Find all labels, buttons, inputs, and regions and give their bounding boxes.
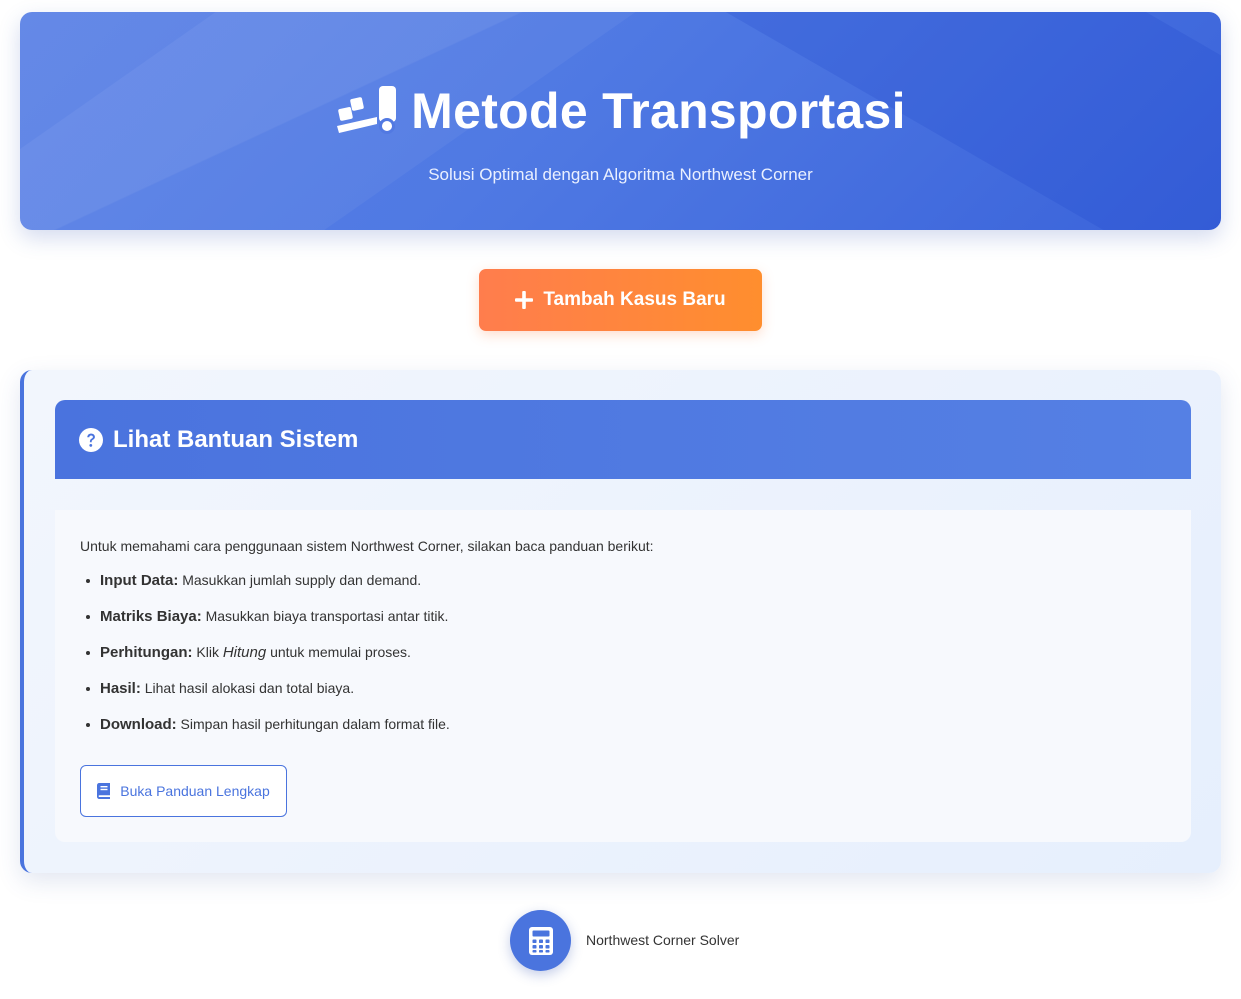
help-step-emphasis: Hitung — [222, 644, 267, 661]
footer-app-name: Northwest Corner Solver — [586, 932, 740, 948]
help-intro-text: Untuk memahami cara penggunaan sistem No… — [80, 538, 654, 554]
plus-icon — [515, 291, 534, 309]
help-step-label: Perhitungan: — [100, 644, 193, 661]
list-item: Matriks Biaya: Masukkan biaya transporta… — [80, 604, 1191, 640]
help-step-label: Matriks Biaya: — [100, 608, 202, 625]
help-step-text: Masukkan jumlah supply dan demand. — [182, 572, 422, 588]
list-item: Perhitungan: Klik Hitung untuk memulai p… — [80, 640, 1191, 676]
help-step-label: Hasil: — [100, 680, 141, 697]
help-panel-body: Untuk memahami cara penggunaan sistem No… — [55, 510, 1191, 842]
list-item: Hasil: Lihat hasil alokasi dan total bia… — [80, 676, 1191, 712]
add-case-button[interactable]: Tambah Kasus Baru — [479, 269, 762, 331]
truck-loading-icon — [337, 86, 397, 134]
help-step-text: Masukkan biaya transportasi antar titik. — [205, 608, 449, 624]
page-header: Metode Transportasi Solusi Optimal denga… — [20, 12, 1221, 230]
book-icon — [97, 783, 111, 799]
help-step-text: Lihat hasil alokasi dan total biaya. — [144, 680, 355, 696]
help-panel-title: Lihat Bantuan Sistem — [113, 425, 359, 453]
help-step-text: untuk memulai proses. — [270, 644, 411, 660]
help-panel-header[interactable]: Lihat Bantuan Sistem — [55, 400, 1191, 479]
page-subtitle: Solusi Optimal dengan Algoritma Northwes… — [428, 165, 813, 184]
list-item: Download: Simpan hasil perhitungan dalam… — [80, 712, 1191, 748]
open-full-guide-button[interactable]: Buka Panduan Lengkap — [80, 765, 287, 817]
list-item: Input Data: Masukkan jumlah supply dan d… — [80, 568, 1191, 604]
add-case-label: Tambah Kasus Baru — [543, 289, 726, 310]
calculator-icon — [528, 926, 553, 955]
page-title: Metode Transportasi — [411, 83, 906, 139]
help-panel: Lihat Bantuan Sistem Untuk memahami cara… — [20, 370, 1221, 873]
help-step-label: Download: — [100, 716, 177, 733]
help-step-text: Klik — [196, 644, 219, 660]
help-step-text: Simpan hasil perhitungan dalam format fi… — [180, 716, 450, 732]
help-step-label: Input Data: — [100, 572, 179, 589]
footer-logo-badge — [510, 910, 571, 971]
question-circle-icon — [79, 427, 103, 452]
header-title-row: Metode Transportasi — [20, 82, 1221, 140]
help-steps-list: Input Data: Masukkan jumlah supply dan d… — [80, 568, 1191, 748]
open-full-guide-label: Buka Panduan Lengkap — [120, 783, 270, 799]
